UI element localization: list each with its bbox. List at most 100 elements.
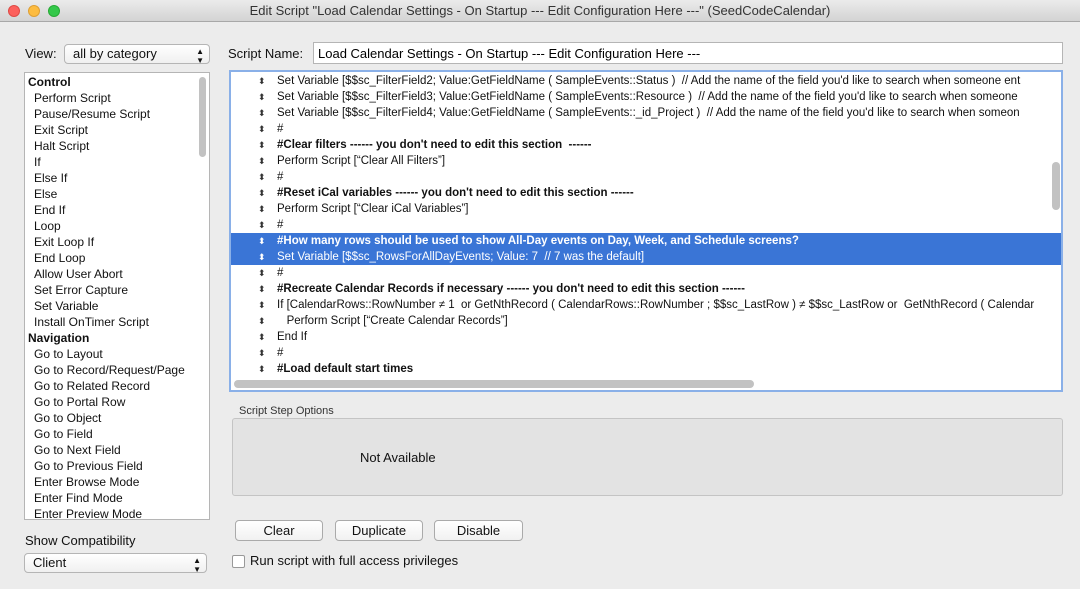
script-line-text: #Reset iCal variables ------ you don't n… xyxy=(277,187,634,199)
step-item[interactable]: Go to Previous Field xyxy=(25,458,209,474)
script-hscrollbar[interactable] xyxy=(234,380,754,388)
drag-handle-icon[interactable]: ⬍ xyxy=(258,153,266,169)
zoom-button[interactable] xyxy=(48,5,60,17)
step-item[interactable]: Go to Field xyxy=(25,426,209,442)
step-item[interactable]: Enter Find Mode xyxy=(25,490,209,506)
script-line[interactable]: ⬍ Perform Script [“Create Calendar Recor… xyxy=(231,313,1061,329)
script-line[interactable]: ⬍ If [CalendarRows::RowNumber ≠ 1 or GetN… xyxy=(231,297,1061,313)
script-line-text: #Load default start times xyxy=(277,363,414,375)
minimize-button[interactable] xyxy=(28,5,40,17)
step-item[interactable]: Loop xyxy=(25,218,209,234)
script-line[interactable]: ⬍ # xyxy=(231,265,1061,281)
step-item[interactable]: Go to Record/Request/Page xyxy=(25,362,209,378)
options-label: Script Step Options xyxy=(239,405,334,417)
step-item[interactable]: Go to Portal Row xyxy=(25,394,209,410)
script-line[interactable]: ⬍ # xyxy=(231,169,1061,185)
step-item[interactable]: Go to Next Field xyxy=(25,442,209,458)
drag-handle-icon[interactable]: ⬍ xyxy=(258,137,266,153)
step-item[interactable]: End If xyxy=(25,202,209,218)
drag-handle-icon[interactable]: ⬍ xyxy=(258,105,266,121)
drag-handle-icon[interactable]: ⬍ xyxy=(258,233,266,249)
script-line-text: # xyxy=(277,171,284,183)
script-line[interactable]: ⬍ Set Variable [$$sc_FilterField4; Value:… xyxy=(231,105,1061,121)
script-line-text: #Clear filters ------ you don't need to … xyxy=(277,139,592,151)
drag-handle-icon[interactable]: ⬍ xyxy=(258,249,266,265)
step-item[interactable]: Enter Preview Mode xyxy=(25,506,209,519)
view-select[interactable]: all by category ▲ ▼ xyxy=(64,44,210,65)
script-line[interactable]: ⬍ # xyxy=(231,217,1061,233)
drag-handle-icon[interactable]: ⬍ xyxy=(258,89,266,105)
step-item[interactable]: Else xyxy=(25,186,209,202)
script-line[interactable]: ⬍ # xyxy=(231,121,1061,137)
step-item[interactable]: Enter Browse Mode xyxy=(25,474,209,490)
drag-handle-icon[interactable]: ⬍ xyxy=(258,345,266,361)
drag-handle-icon[interactable]: ⬍ xyxy=(258,217,266,233)
script-line-text: End If xyxy=(277,331,308,343)
script-line-text: #Recreate Calendar Records if necessary … xyxy=(277,283,745,295)
step-item[interactable]: Pause/Resume Script xyxy=(25,106,209,122)
script-editor[interactable]: ⬍ Set Variable [$$sc_FilterField2; Value:… xyxy=(229,70,1063,392)
step-item[interactable]: Exit Script xyxy=(25,122,209,138)
compatibility-select[interactable]: Client ▲ ▼ xyxy=(24,553,207,574)
script-line-text: Set Variable [$$sc_FilterField4; Value:G… xyxy=(277,107,1020,119)
drag-handle-icon[interactable]: ⬍ xyxy=(258,121,266,137)
step-item[interactable]: Allow User Abort xyxy=(25,266,209,282)
step-item[interactable]: Go to Related Record xyxy=(25,378,209,394)
script-name-input[interactable] xyxy=(313,42,1063,64)
view-value: all by category xyxy=(73,46,157,61)
script-line-text: # xyxy=(277,219,284,231)
step-item[interactable]: Halt Script xyxy=(25,138,209,154)
updown-arrow-icon: ▲ ▼ xyxy=(193,556,201,574)
full-access-checkbox[interactable] xyxy=(232,555,245,568)
script-line[interactable]: ⬍ #Clear filters ------ you don't need to… xyxy=(231,137,1061,153)
step-item[interactable]: Else If xyxy=(25,170,209,186)
clear-button[interactable]: Clear xyxy=(235,520,323,541)
script-line-text: If [CalendarRows::RowNumber ≠ 1 or GetNt… xyxy=(277,299,1035,311)
drag-handle-icon[interactable]: ⬍ xyxy=(258,185,266,201)
script-line[interactable]: ⬍ End If xyxy=(231,329,1061,345)
step-item[interactable]: Set Variable xyxy=(25,298,209,314)
script-line[interactable]: ⬍ Set Variable [$$sc_RowsForAllDayEvents;… xyxy=(231,249,1061,265)
duplicate-button[interactable]: Duplicate xyxy=(335,520,423,541)
step-item[interactable]: Install OnTimer Script xyxy=(25,314,209,330)
compatibility-value: Client xyxy=(33,555,67,570)
drag-handle-icon[interactable]: ⬍ xyxy=(258,169,266,185)
compatibility-label: Show Compatibility xyxy=(25,533,136,548)
step-item[interactable]: Go to Object xyxy=(25,410,209,426)
script-line[interactable]: ⬍ #Reset iCal variables ------ you don't … xyxy=(231,185,1061,201)
disable-button[interactable]: Disable xyxy=(434,520,523,541)
options-message: Not Available xyxy=(360,450,436,465)
step-item[interactable]: Go to Layout xyxy=(25,346,209,362)
close-button[interactable] xyxy=(8,5,20,17)
script-line[interactable]: ⬍ Perform Script [“Clear iCal Variables”] xyxy=(231,201,1061,217)
script-vscrollbar[interactable] xyxy=(1052,162,1060,210)
drag-handle-icon[interactable]: ⬍ xyxy=(258,281,266,297)
step-item[interactable]: Perform Script xyxy=(25,90,209,106)
script-line[interactable]: ⬍ Set Variable [$$sc_FilterField2; Value:… xyxy=(231,73,1061,89)
script-line[interactable]: ⬍ #How many rows should be used to show A… xyxy=(231,233,1061,249)
script-name-label: Script Name: xyxy=(228,46,304,61)
script-line[interactable]: ⬍ Set Variable [$$sc_FilterField3; Value:… xyxy=(231,89,1061,105)
step-item[interactable]: Set Error Capture xyxy=(25,282,209,298)
script-line[interactable]: ⬍ #Recreate Calendar Records if necessary… xyxy=(231,281,1061,297)
script-line-text: # xyxy=(277,123,284,135)
steps-scrollbar[interactable] xyxy=(199,77,206,157)
script-line[interactable]: ⬍ # xyxy=(231,345,1061,361)
script-line-text: Perform Script [“Clear iCal Variables”] xyxy=(277,203,469,215)
drag-handle-icon[interactable]: ⬍ xyxy=(258,297,266,313)
script-step-options-panel: Not Available xyxy=(232,418,1063,496)
drag-handle-icon[interactable]: ⬍ xyxy=(258,313,266,329)
drag-handle-icon[interactable]: ⬍ xyxy=(258,361,266,377)
step-item[interactable]: End Loop xyxy=(25,250,209,266)
script-line[interactable]: ⬍ #Load default start times xyxy=(231,361,1061,377)
drag-handle-icon[interactable]: ⬍ xyxy=(258,329,266,345)
script-line[interactable]: ⬍ Perform Script [“Clear All Filters”] xyxy=(231,153,1061,169)
script-line-text: #How many rows should be used to show Al… xyxy=(277,235,799,247)
drag-handle-icon[interactable]: ⬍ xyxy=(258,73,266,89)
drag-handle-icon[interactable]: ⬍ xyxy=(258,201,266,217)
script-line-text: # xyxy=(277,347,284,359)
step-item[interactable]: If xyxy=(25,154,209,170)
step-item[interactable]: Exit Loop If xyxy=(25,234,209,250)
drag-handle-icon[interactable]: ⬍ xyxy=(258,265,266,281)
script-steps-list[interactable]: Control Perform Script Pause/Resume Script… xyxy=(24,72,210,520)
